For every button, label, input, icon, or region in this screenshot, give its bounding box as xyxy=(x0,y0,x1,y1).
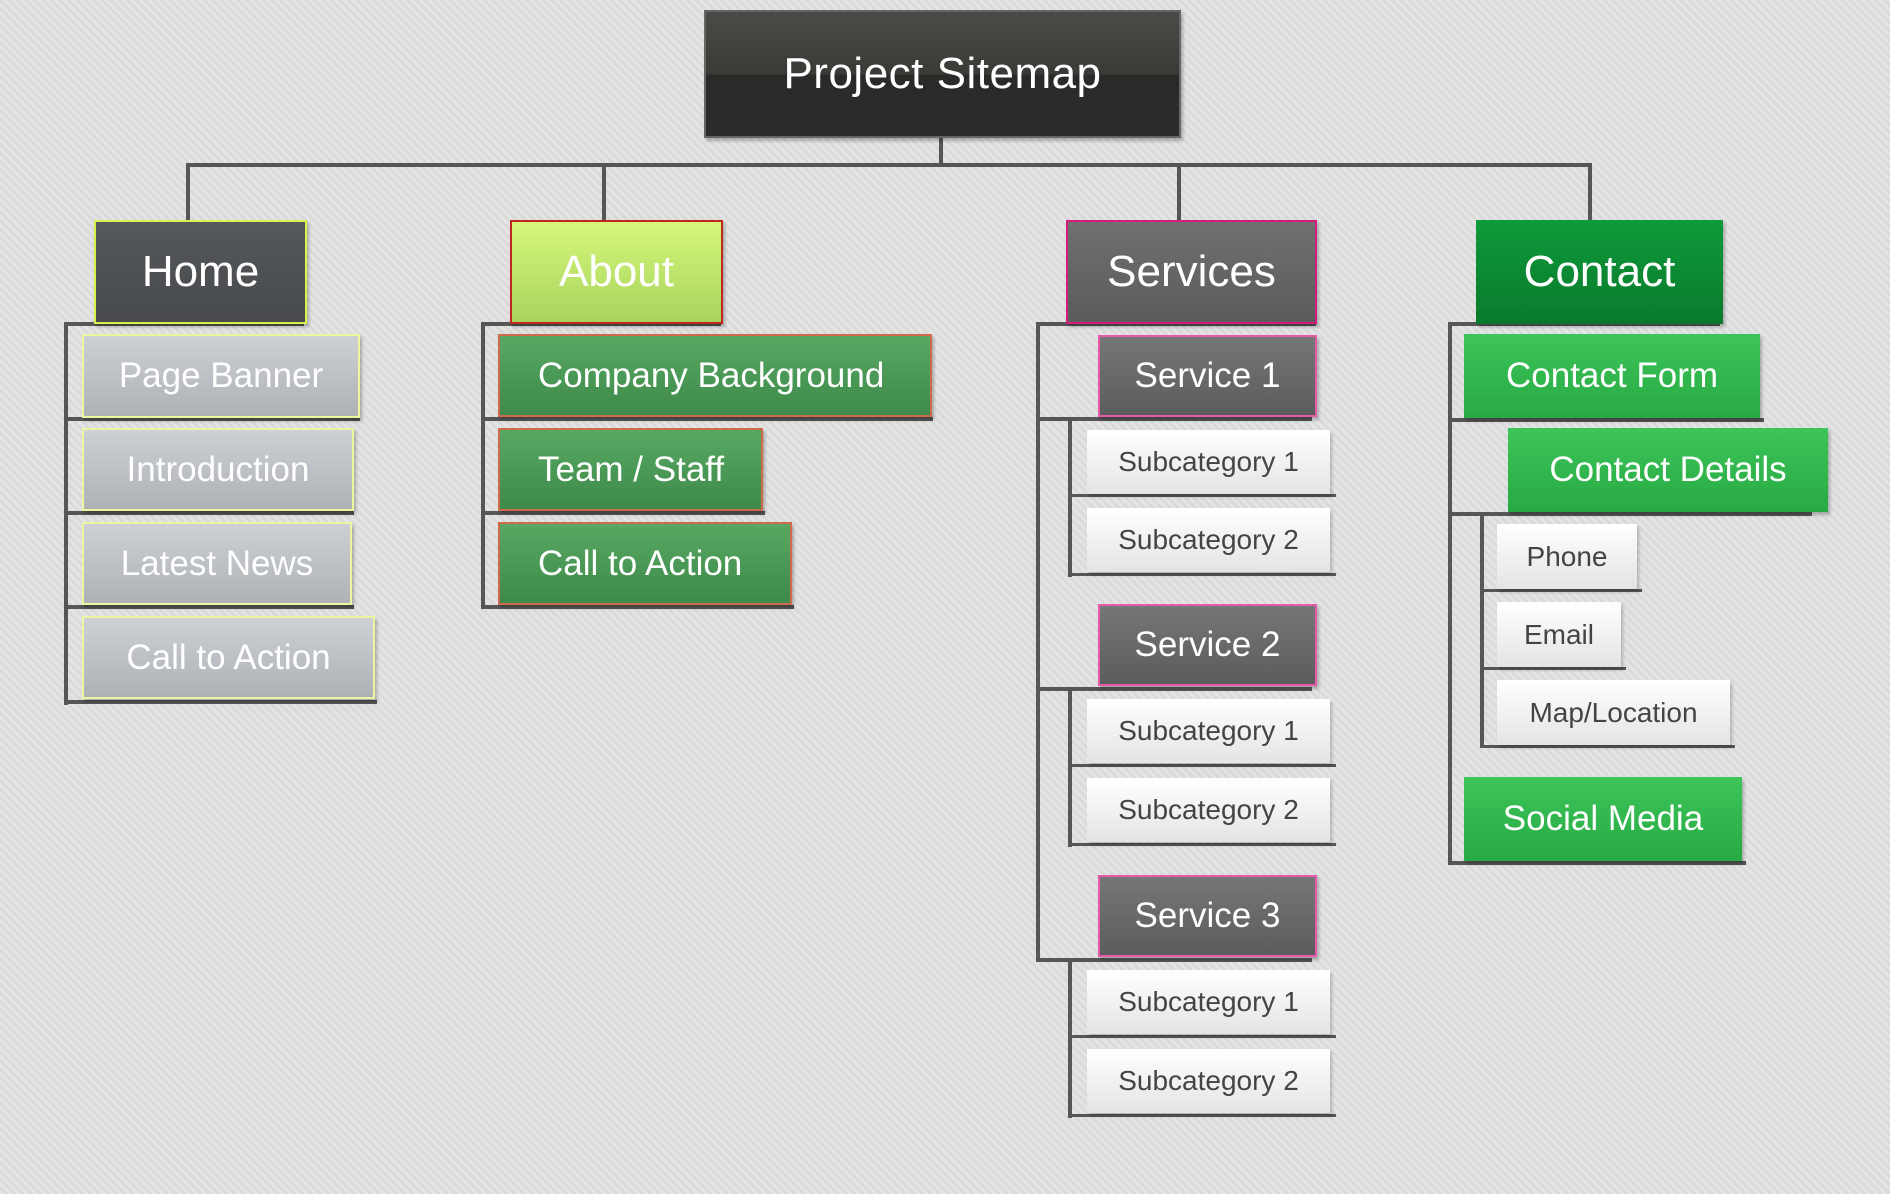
service-2-subcategory-2-node[interactable]: Subcategory 2 xyxy=(1087,778,1330,842)
service3-sub-branch xyxy=(1068,1114,1336,1117)
services-tree-branch xyxy=(1036,687,1312,691)
home-node[interactable]: Home xyxy=(94,220,307,324)
contact-form-node[interactable]: Contact Form xyxy=(1464,334,1760,418)
about-team-staff-node[interactable]: Team / Staff xyxy=(498,428,763,511)
contact-details-sub-branch xyxy=(1480,667,1626,670)
contact-details-sub-branch xyxy=(1480,589,1642,592)
service2-sub-branch xyxy=(1068,764,1336,767)
home-page-banner-node[interactable]: Page Banner xyxy=(82,334,360,418)
about-company-background-node[interactable]: Company Background xyxy=(498,334,932,417)
about-call-to-action-node[interactable]: Call to Action xyxy=(498,522,792,605)
service1-sub-branch xyxy=(1068,494,1336,497)
contact-social-media-node[interactable]: Social Media xyxy=(1464,777,1742,861)
contact-tree-branch xyxy=(1448,418,1764,422)
contact-tree-branch xyxy=(1448,861,1746,865)
contact-details-sub-vertical xyxy=(1480,512,1484,748)
service2-sub-vertical xyxy=(1068,687,1072,847)
services-tree-branch xyxy=(1036,417,1312,421)
contact-details-sub-branch xyxy=(1480,745,1735,748)
service-3-subcategory-1-node[interactable]: Subcategory 1 xyxy=(1087,970,1330,1034)
services-connector xyxy=(1177,163,1181,221)
service-3-subcategory-2-node[interactable]: Subcategory 2 xyxy=(1087,1049,1330,1113)
top-bus-connector xyxy=(186,163,1592,167)
contact-tree-branch xyxy=(1448,512,1812,516)
contact-details-node[interactable]: Contact Details xyxy=(1508,428,1828,512)
service-1-node[interactable]: Service 1 xyxy=(1098,335,1317,417)
about-tree-branch xyxy=(481,417,933,421)
home-tree-branch xyxy=(64,700,377,704)
contact-node[interactable]: Contact xyxy=(1476,220,1723,324)
home-call-to-action-node[interactable]: Call to Action xyxy=(82,616,375,699)
about-tree-vertical xyxy=(481,322,485,609)
about-connector xyxy=(602,163,606,221)
contact-email-node[interactable]: Email xyxy=(1497,602,1621,667)
services-node[interactable]: Services xyxy=(1066,220,1317,324)
service3-sub-branch xyxy=(1068,1035,1336,1038)
home-latest-news-node[interactable]: Latest News xyxy=(82,522,352,605)
service1-sub-vertical xyxy=(1068,417,1072,577)
service-1-subcategory-2-node[interactable]: Subcategory 2 xyxy=(1087,508,1330,572)
contact-map-location-node[interactable]: Map/Location xyxy=(1497,680,1730,745)
sitemap-title: Project Sitemap xyxy=(704,10,1181,138)
service-3-node[interactable]: Service 3 xyxy=(1098,875,1317,957)
service-2-node[interactable]: Service 2 xyxy=(1098,604,1317,686)
contact-phone-node[interactable]: Phone xyxy=(1497,524,1637,589)
about-node[interactable]: About xyxy=(510,220,723,324)
service2-sub-branch xyxy=(1068,843,1336,846)
service-1-subcategory-1-node[interactable]: Subcategory 1 xyxy=(1087,430,1330,494)
service-2-subcategory-1-node[interactable]: Subcategory 1 xyxy=(1087,699,1330,763)
contact-connector xyxy=(1588,163,1592,221)
service1-sub-branch xyxy=(1068,573,1336,576)
contact-tree-vertical xyxy=(1448,322,1452,865)
services-tree-branch xyxy=(1036,958,1312,962)
home-tree-branch xyxy=(64,605,354,609)
home-connector xyxy=(186,163,190,221)
home-introduction-node[interactable]: Introduction xyxy=(82,428,354,511)
about-tree-branch xyxy=(481,605,794,609)
service3-sub-vertical xyxy=(1068,958,1072,1118)
home-tree-branch xyxy=(64,511,354,515)
about-tree-branch xyxy=(481,511,765,515)
